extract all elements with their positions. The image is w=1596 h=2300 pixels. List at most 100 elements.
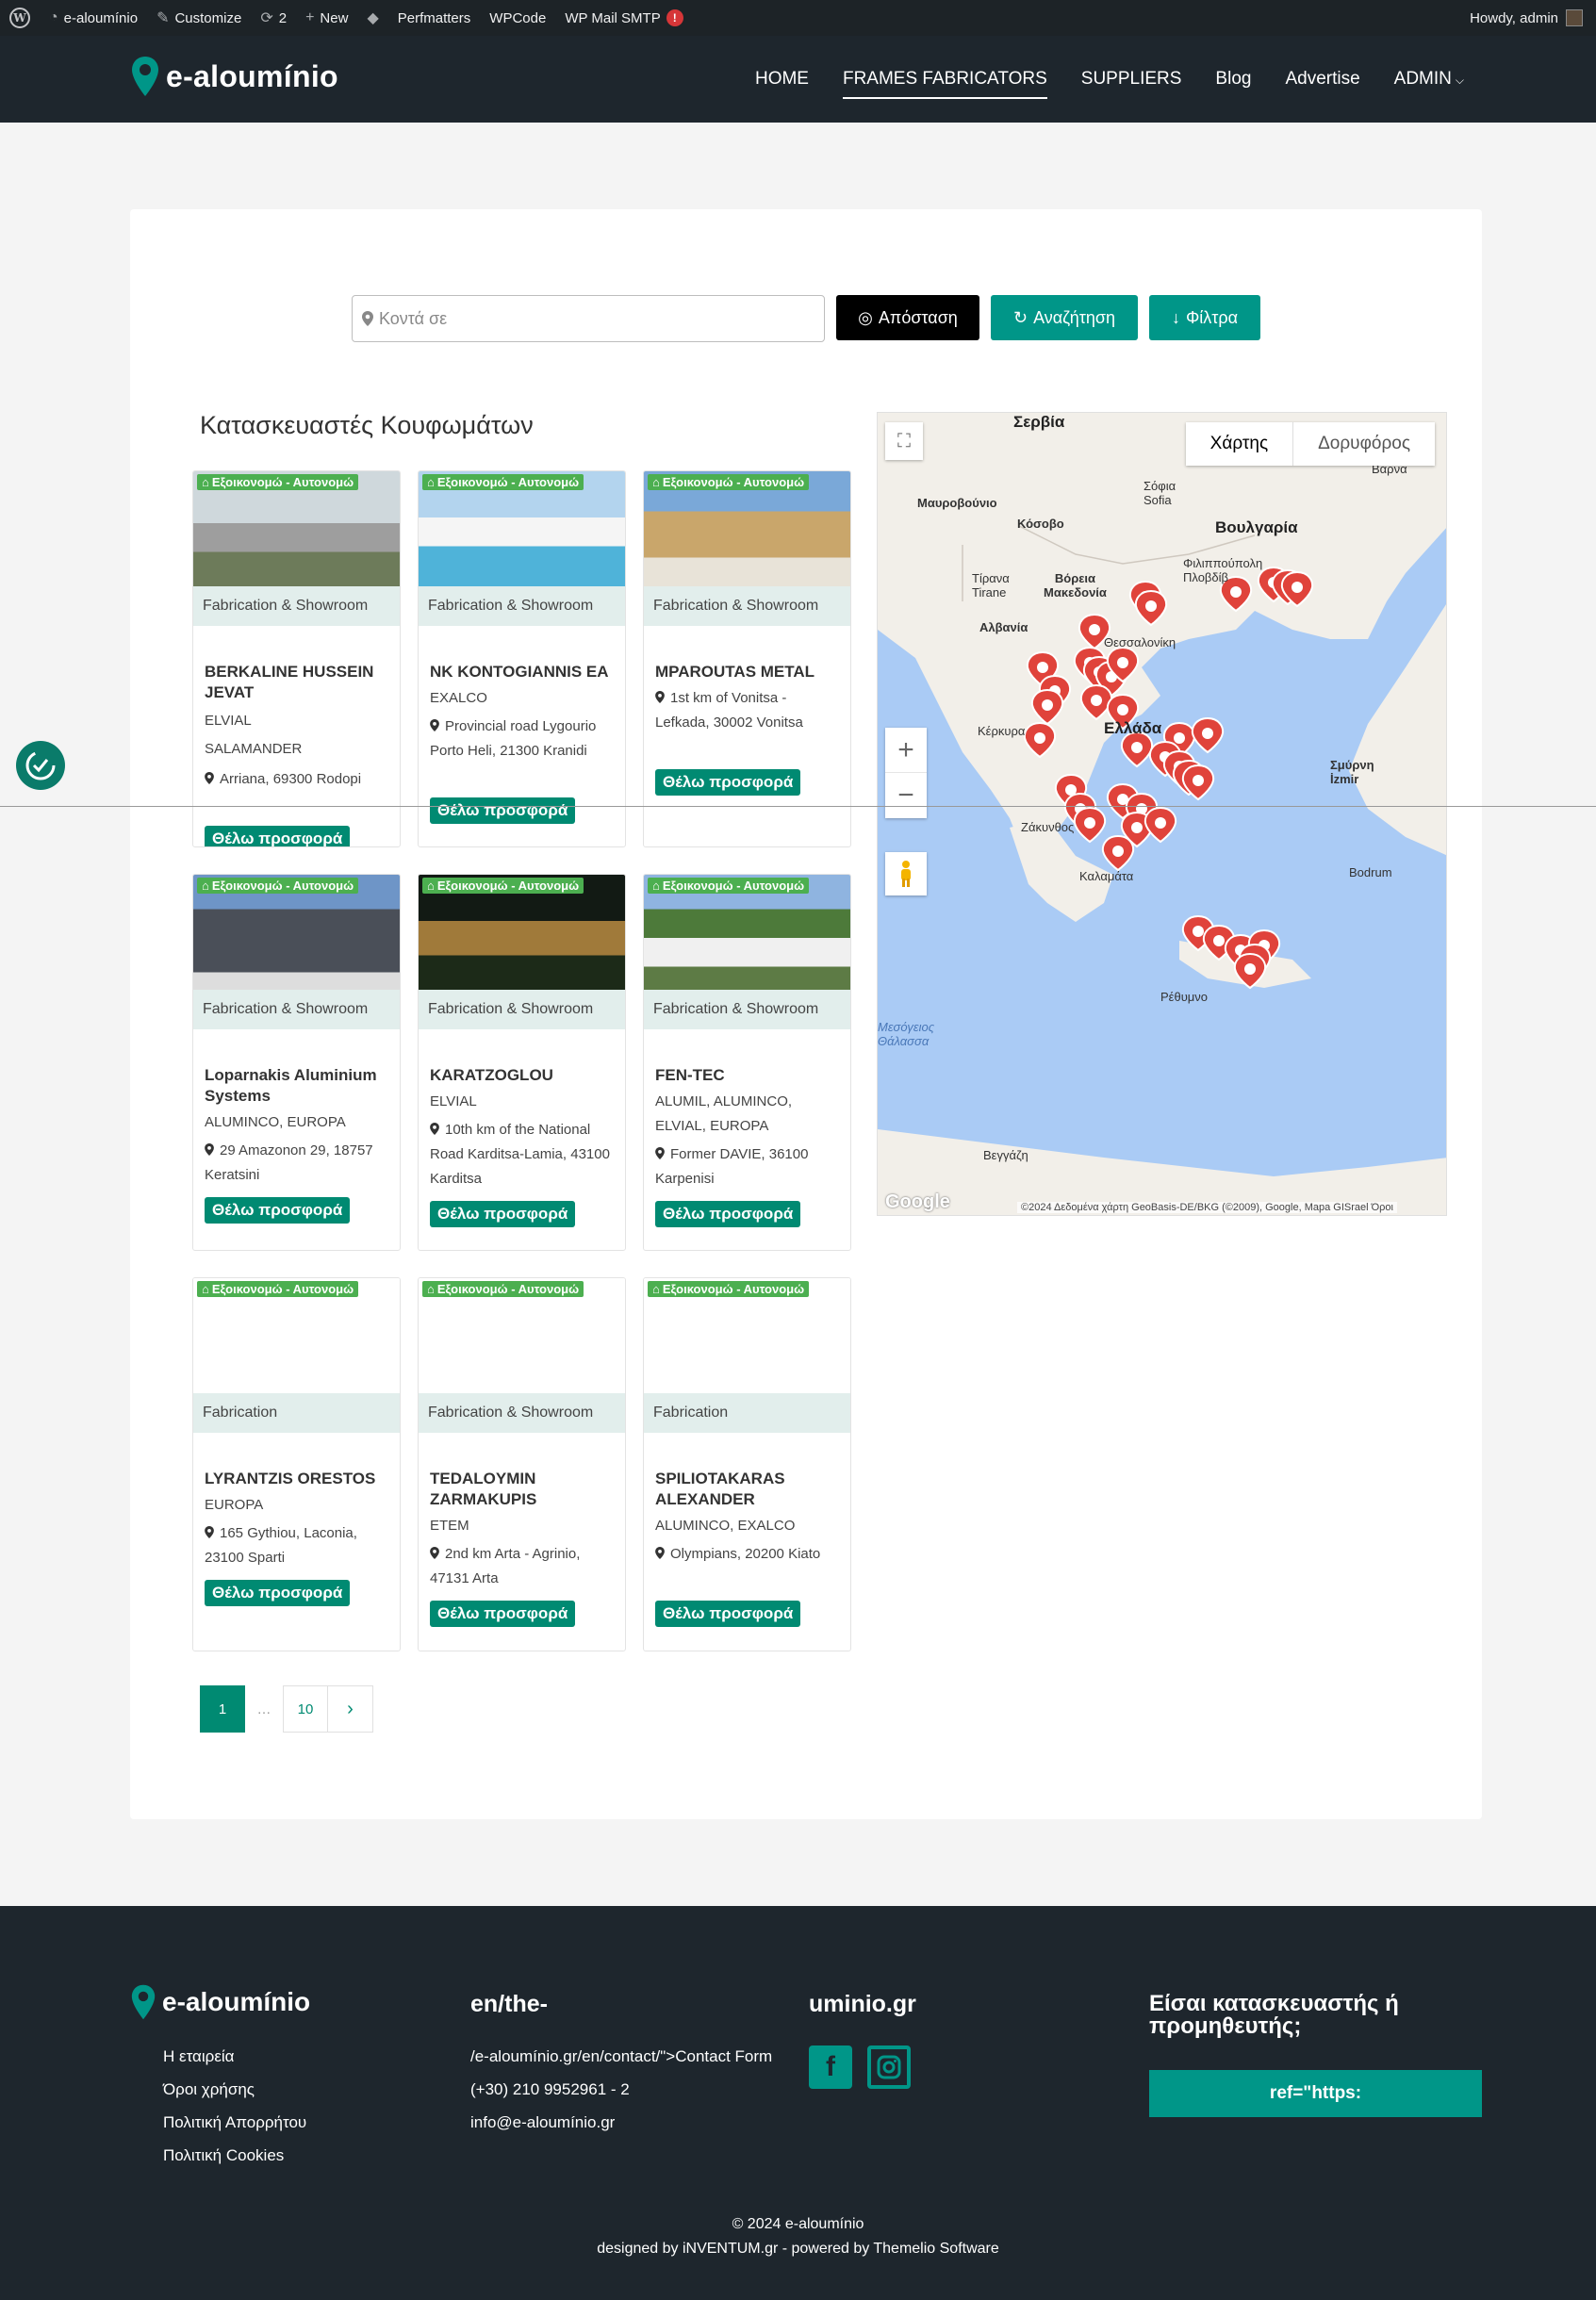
- card-title[interactable]: NK KONTOGIANNIS EA: [430, 662, 618, 682]
- map-type-map-button[interactable]: Χάρτης: [1186, 422, 1294, 466]
- card-brands: ELVIAL SALAMANDER: [205, 713, 303, 757]
- page-next-button[interactable]: ›: [328, 1685, 373, 1733]
- instagram-icon[interactable]: [867, 2045, 911, 2089]
- request-offer-button[interactable]: Θέλω προσφορά: [430, 1201, 576, 1227]
- footer-link-privacy[interactable]: Πολιτική Απορρήτου: [163, 2106, 306, 2139]
- request-offer-button[interactable]: Θέλω προσφορά: [205, 1580, 351, 1606]
- perfmatters-link[interactable]: Perfmatters: [388, 0, 481, 36]
- footer-logo[interactable]: e-aloumínio: [130, 1983, 310, 2021]
- footer-links: Η εταιρεία Όροι χρήσης Πολιτική Απορρήτο…: [163, 2040, 306, 2172]
- nav-admin[interactable]: ADMIN ⌵: [1394, 63, 1464, 95]
- card-title[interactable]: BERKALINE HUSSEIN JEVAT: [205, 662, 393, 703]
- card-title[interactable]: SPILIOTAKARAS ALEXANDER: [655, 1469, 844, 1510]
- home-icon: ⌂: [427, 1282, 435, 1296]
- map-attribution[interactable]: ©2024 Δεδομένα χάρτη GeoBasis-DE/BKG (©2…: [1017, 1202, 1397, 1213]
- zoom-out-button[interactable]: −: [885, 773, 927, 818]
- card-category: Fabrication & Showroom: [419, 586, 625, 626]
- card-title[interactable]: TEDALOYMIN ZARMAKUPIS: [430, 1469, 618, 1510]
- request-offer-button[interactable]: Θέλω προσφορά: [430, 797, 576, 824]
- fabricator-card[interactable]: ⌂ Εξοικονομώ - Αυτονομώ Fabrication & Show…: [418, 874, 626, 1251]
- fabricator-card[interactable]: ⌂ Εξοικονομώ - Αυτονομώ Fabrication SPILIOT…: [643, 1277, 851, 1651]
- request-offer-button[interactable]: Θέλω προσφορά: [205, 1197, 351, 1224]
- nav-frames-fabricators[interactable]: FRAMES FABRICATORS: [842, 63, 1047, 99]
- fabricator-card[interactable]: ⌂ Εξοικονομώ - Αυτονομώ Fabrication & Show…: [643, 874, 851, 1251]
- main-content: Κοντά σε ◎ Απόσταση ↻ Αναζήτηση ↓ Φίλτρα Κα…: [130, 209, 1482, 1819]
- card-address-text: 1st km of Vonitsa - Lefkada, 30002 Vonit…: [655, 690, 803, 731]
- facebook-icon[interactable]: f: [809, 2045, 852, 2089]
- fullscreen-icon: ⛶: [897, 430, 911, 452]
- nav-advertise[interactable]: Advertise: [1285, 63, 1359, 95]
- fabricator-card[interactable]: ⌂ Εξοικονομώ - Αυτονομώ Fabrication LYRANTZ…: [192, 1277, 401, 1651]
- footer-link-company[interactable]: Η εταιρεία: [163, 2040, 306, 2073]
- request-offer-button[interactable]: Θέλω προσφορά: [430, 1601, 576, 1627]
- fabricator-card[interactable]: ⌂ Εξοικονομώ - Αυτονομώ Fabrication & Show…: [418, 470, 626, 847]
- zoom-in-button[interactable]: +: [885, 728, 927, 773]
- distance-button[interactable]: ◎ Απόσταση: [836, 295, 979, 340]
- card-title[interactable]: LYRANTZIS ORESTOS: [205, 1469, 393, 1489]
- fabricator-card[interactable]: ⌂ Εξοικονομώ - Αυτονομώ Fabrication & Show…: [643, 470, 851, 847]
- site-logo[interactable]: e-aloumínio: [130, 55, 338, 98]
- map-marker-icon[interactable]: [1101, 834, 1135, 872]
- card-title[interactable]: KARATZOGLOU: [430, 1065, 618, 1086]
- card-brands: EUROPA: [205, 1497, 264, 1513]
- fabricator-card[interactable]: ⌂ Εξοικονομώ - Αυτονομώ Fabrication & Show…: [192, 470, 401, 847]
- map-label-greece: Ελλάδα: [1104, 719, 1162, 737]
- new-content-link[interactable]: + New: [296, 0, 357, 36]
- map-marker-icon[interactable]: [1073, 806, 1107, 844]
- nav-home[interactable]: HOME: [755, 63, 809, 95]
- card-category: Fabrication & Showroom: [644, 990, 850, 1029]
- footer-link-cookies[interactable]: Πολιτική Cookies: [163, 2139, 306, 2172]
- map-marker-icon: [205, 1143, 214, 1156]
- street-view-button[interactable]: [885, 852, 927, 895]
- updates-link[interactable]: ⟳ 2: [251, 0, 296, 36]
- map-label-kerkyra: Κέρκυρα: [978, 724, 1026, 738]
- site-name-link[interactable]: ◔ e-aloumínio: [40, 0, 147, 36]
- map-label-rethymno: Ρέθυμνο: [1160, 990, 1209, 1004]
- home-icon: ⌂: [202, 475, 209, 489]
- card-title[interactable]: Loparnakis Aluminium Systems: [205, 1065, 393, 1107]
- request-offer-button[interactable]: Θέλω προσφορά: [655, 769, 801, 796]
- request-offer-button[interactable]: Θέλω προσφορά: [655, 1601, 801, 1627]
- map-type-satellite-button[interactable]: Δορυφόρος: [1293, 422, 1435, 466]
- eco-badge: ⌂ Εξοικονομώ - Αυτονομώ: [648, 474, 810, 490]
- location-search-input[interactable]: Κοντά σε: [352, 295, 825, 342]
- chevron-down-icon: ⌵: [1455, 74, 1464, 87]
- wp-mail-smtp-link[interactable]: WP Mail SMTP!: [555, 0, 692, 36]
- card-title[interactable]: MPAROUTAS METAL: [655, 662, 844, 682]
- search-button[interactable]: ↻ Αναζήτηση: [991, 295, 1138, 340]
- card-brands: EXALCO: [430, 690, 487, 706]
- account-menu[interactable]: Howdy, admin: [1470, 0, 1583, 36]
- customize-link[interactable]: ✎ Customize: [147, 0, 251, 36]
- credits: designed by iNVENTUM.gr - powered by The…: [597, 2241, 999, 2257]
- map-marker-icon[interactable]: [1191, 716, 1225, 754]
- map-label-sofia: Σόφια Sofia: [1144, 479, 1176, 507]
- map-label-kosovo: Κόσοβο: [1017, 517, 1064, 531]
- map-marker-icon: [205, 1526, 214, 1538]
- eco-badge: ⌂ Εξοικονομώ - Αυτονομώ: [648, 878, 810, 894]
- footer-cta-button[interactable]: ref="https:: [1149, 2070, 1482, 2117]
- fullscreen-button[interactable]: ⛶: [885, 422, 923, 460]
- map-marker-icon[interactable]: [1144, 806, 1177, 844]
- filters-button[interactable]: ↓ Φίλτρα: [1149, 295, 1260, 340]
- nav-suppliers[interactable]: SUPPLIERS: [1081, 63, 1182, 95]
- footer-link-terms[interactable]: Όροι χρήσης: [163, 2073, 306, 2106]
- fabricator-card[interactable]: ⌂ Εξοικονομώ - Αυτονομώ Fabrication & Show…: [192, 874, 401, 1251]
- page-last[interactable]: 10: [283, 1685, 328, 1733]
- card-title[interactable]: FEN-TEC: [655, 1065, 844, 1086]
- map-label-kalamata: Καλαμάτα: [1079, 869, 1134, 883]
- wp-logo-button[interactable]: W: [0, 0, 40, 36]
- accessibility-button[interactable]: [16, 741, 65, 790]
- card-category: Fabrication & Showroom: [193, 990, 400, 1029]
- footer-phone[interactable]: (+30) 210 9952961 - 2: [470, 2073, 772, 2106]
- footer-contact-form-link[interactable]: /e-aloumínio.gr/en/contact/">Contact For…: [470, 2040, 772, 2073]
- request-offer-button[interactable]: Θέλω προσφορά: [205, 826, 351, 846]
- request-offer-button[interactable]: Θέλω προσφορά: [655, 1201, 801, 1227]
- fabricator-card[interactable]: ⌂ Εξοικονομώ - Αυτονομώ Fabrication & Show…: [418, 1277, 626, 1651]
- wpcode-link[interactable]: WPCode: [480, 0, 555, 36]
- nav-blog[interactable]: Blog: [1215, 63, 1251, 95]
- chevron-right-icon: ›: [347, 1698, 354, 1719]
- diamond-plugin-button[interactable]: ◆: [357, 0, 387, 36]
- page-current[interactable]: 1: [200, 1685, 245, 1733]
- map[interactable]: Σερβία Μαυροβούνιο Κόσοβο Σόφια Sofia Βο…: [877, 412, 1447, 1216]
- footer-email[interactable]: info@e-aloumínio.gr: [470, 2106, 772, 2139]
